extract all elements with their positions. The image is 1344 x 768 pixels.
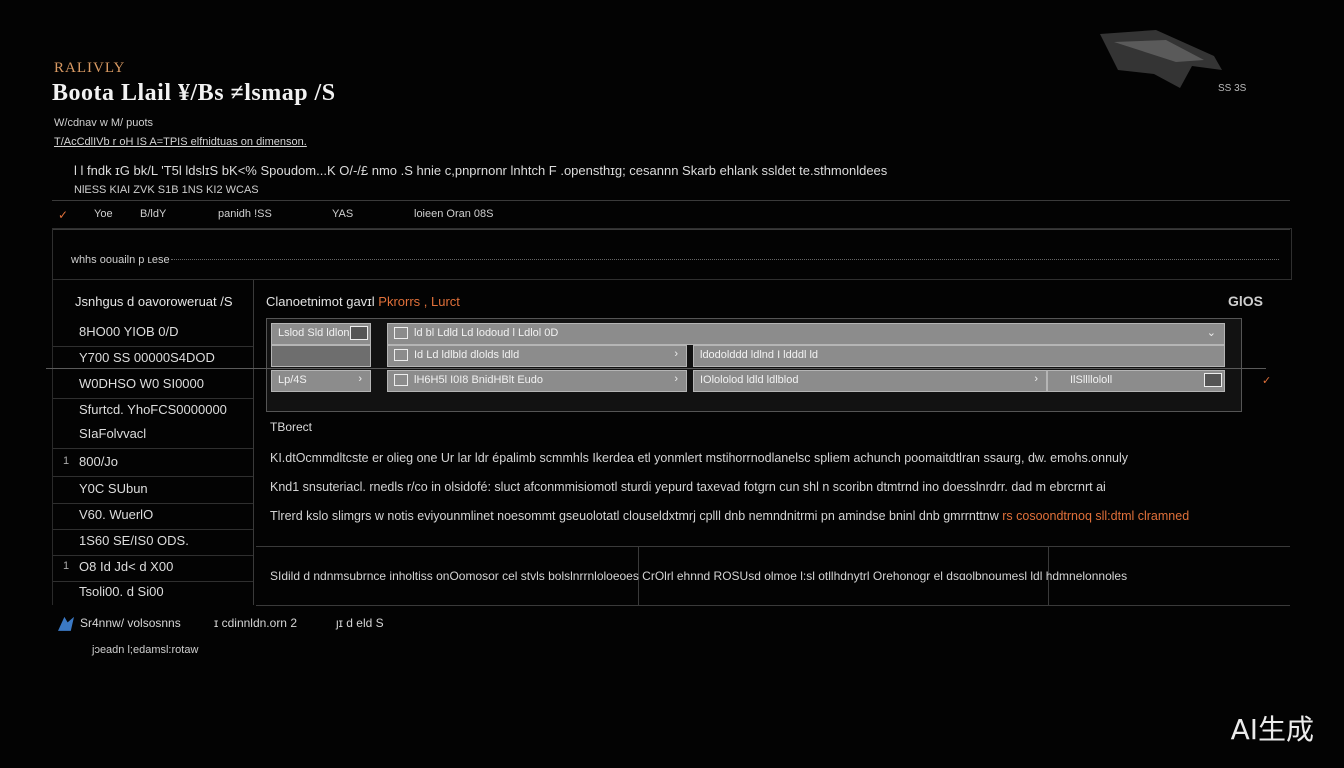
page-description-secondary: NlESS KIAI ZVK S1B 1NS KI2 WCAS bbox=[74, 184, 259, 196]
select-toggle-icon[interactable] bbox=[1204, 373, 1222, 387]
column-header[interactable]: loieen Oran 08S bbox=[414, 208, 494, 220]
main-title: Clanoetnimot gavɪl Pkrorrs , Lurct bbox=[266, 294, 460, 309]
chevron-right-icon[interactable]: › bbox=[674, 373, 678, 385]
dropdown-field[interactable]: ld bl Ldld Ld lodoud l Ldlol 0D ⌄ bbox=[387, 323, 1225, 345]
body-paragraph: KI.dtOcmmdltcste er olieg one Ur lar ldr… bbox=[270, 451, 1129, 465]
filter-strip[interactable]: whhs oouailn p ʟese bbox=[52, 228, 1292, 280]
page-subtitle-link[interactable]: T/AcCdlIVb r oH IS A=TPIS elfnidtuas on … bbox=[54, 136, 307, 148]
page-title: Boota Llail ¥/Bs ≠lsmap /S bbox=[52, 80, 336, 106]
sidebar-item[interactable]: W0DHSO W0 SI0000 bbox=[53, 372, 253, 399]
text-field[interactable]: ldodolddd ldlnd I ldddl ld bbox=[693, 345, 1225, 367]
link-icon bbox=[58, 616, 74, 631]
footer-panel: SIdild d ndnmsubrnce inholtiss onOomosor… bbox=[256, 546, 1290, 606]
dropdown-field[interactable]: IOlololod ldld ldlblod › bbox=[693, 370, 1047, 392]
sidebar-item[interactable]: SIaFolvvacl bbox=[53, 422, 253, 449]
sidebar-item[interactable]: Sfurtcd. YhoFCS0000000 bbox=[53, 398, 253, 424]
main-title-text: Clanoetnimot gavɪl bbox=[266, 294, 379, 309]
corner-tag: SS 3S bbox=[1218, 83, 1247, 94]
bottom-link[interactable]: Sr4nnw/ volsosnns bbox=[58, 616, 181, 631]
select-toggle-icon[interactable] bbox=[350, 326, 368, 340]
sidebar: Jsnhgus d oavoroweruat /S 8HO00 YIOB 0/D… bbox=[52, 280, 254, 605]
highlighted-text[interactable]: rs cosoondtrnoq sll:dtml clramned bbox=[1002, 509, 1189, 523]
blank-field[interactable] bbox=[271, 345, 371, 367]
chevron-right-icon[interactable]: › bbox=[358, 373, 362, 385]
sidebar-item[interactable]: 8HO00 YIOB 0/D bbox=[53, 320, 253, 347]
bottom-note: jɔeadn l;edamsl:rotaw bbox=[92, 644, 199, 656]
sidebar-heading: Jsnhgus d oavoroweruat /S bbox=[75, 294, 233, 309]
column-header[interactable]: panidh !SS bbox=[218, 208, 272, 220]
dropdown-field[interactable]: Lp/4S › bbox=[271, 370, 371, 392]
dotted-divider bbox=[171, 259, 1279, 260]
bottom-link[interactable]: ɪ cdinnldn.orn 2 bbox=[214, 616, 297, 630]
divider bbox=[46, 368, 1266, 369]
chevron-right-icon[interactable]: › bbox=[1034, 373, 1038, 385]
page-subtitle: W/cdnav w M/ puots bbox=[54, 117, 154, 129]
column-header[interactable]: YAS bbox=[332, 208, 353, 220]
check-icon[interactable]: ✓ bbox=[58, 208, 68, 222]
select-field[interactable]: Lslod Sld ldlon bbox=[271, 323, 371, 345]
page-description: l l fndk ɪG bk/L 'T5l ldslɪS bK<% Spoudo… bbox=[74, 163, 888, 178]
section-label: TBorect bbox=[270, 420, 313, 434]
field-icon bbox=[394, 349, 408, 362]
filter-strip-label: whhs oouailn p ʟese bbox=[71, 254, 170, 266]
column-header[interactable]: Yoe bbox=[94, 208, 113, 220]
sidebar-item[interactable]: Tsoli00. d Si00 bbox=[53, 580, 253, 606]
column-header-row: ✓ Yoe B/ldY panidh !SS YAS loieen Oran 0… bbox=[52, 200, 1290, 230]
dropdown-field[interactable]: lH6H5l I0I8 BnidHBlt Eudo › bbox=[387, 370, 687, 392]
sidebar-item[interactable]: 1 800/Jo bbox=[53, 450, 253, 477]
sidebar-item[interactable]: 1 O8 Id Jd< d X00 bbox=[53, 555, 253, 582]
sidebar-item[interactable]: 1S60 SE/IS0 ODS. bbox=[53, 529, 253, 556]
chevron-down-icon[interactable]: ⌄ bbox=[1207, 326, 1216, 339]
field-icon bbox=[394, 374, 408, 387]
column-header[interactable]: B/ldY bbox=[140, 208, 166, 220]
form-panel: Lslod Sld ldlon ld bl Ldld Ld lodoud l L… bbox=[266, 318, 1242, 412]
main-title-accent[interactable]: Pkrorrs , Lurct bbox=[378, 294, 460, 309]
sidebar-item[interactable]: V60. WuerlO bbox=[53, 503, 253, 530]
select-field[interactable]: IlSllllololl bbox=[1047, 370, 1225, 392]
watermark: AI生成 bbox=[1230, 713, 1314, 746]
panel-badge: GlOS bbox=[1228, 293, 1264, 309]
bottom-link[interactable]: ȷɪ d eld S bbox=[336, 616, 384, 630]
app-eyebrow: RALIVLY bbox=[54, 60, 126, 76]
sidebar-item[interactable]: Y0C SUbun bbox=[53, 477, 253, 504]
chevron-right-icon[interactable]: › bbox=[674, 348, 678, 360]
footer-text: SIdild d ndnmsubrnce inholtiss onOomosor… bbox=[270, 569, 1128, 583]
marker-icon: ✓ bbox=[1262, 375, 1272, 387]
body-paragraph: Knd1 snsuteriacl. rnedls r/co in olsidof… bbox=[270, 480, 1106, 494]
field-icon bbox=[394, 327, 408, 340]
corner-logo-icon bbox=[1100, 30, 1222, 88]
body-paragraph: Tlrerd kslo slimgrs w notis eviyounmline… bbox=[270, 509, 1190, 523]
dropdown-field[interactable]: Id Ld ldlbld dlolds ldld › bbox=[387, 345, 687, 367]
